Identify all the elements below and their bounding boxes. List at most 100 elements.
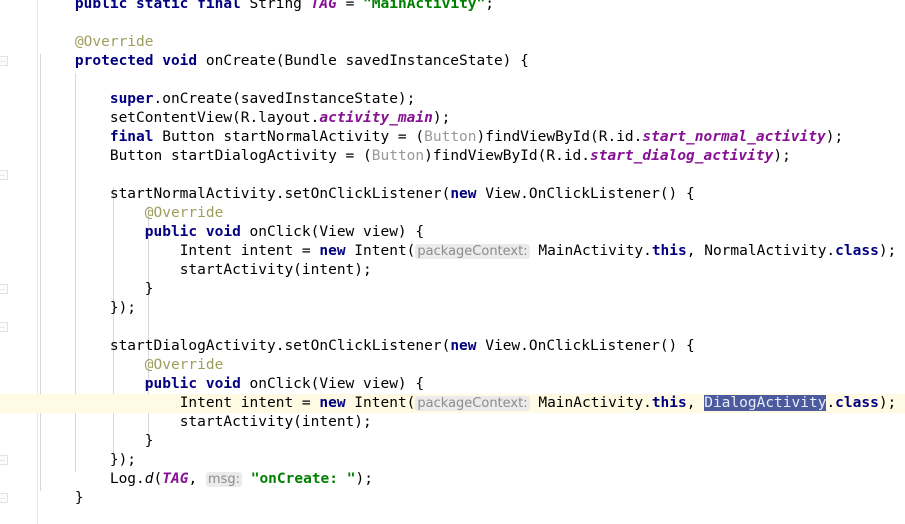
keyword-token: class [835,395,879,411]
code-token: , [686,395,705,411]
code-line[interactable]: Intent intent = new Intent(packageContex… [0,394,905,413]
code-line[interactable]: } [0,489,905,508]
code-token: Button startDialogActivity = ( [109,148,372,164]
keyword-token: final [109,129,163,145]
code-token: Intent( [354,395,416,411]
code-line[interactable]: startActivity(intent); [0,413,905,432]
static-field-token: activity_main [319,110,433,126]
code-line[interactable]: protected void onCreate(Bundle savedInst… [0,52,905,71]
inline-parameter-hint: packageContext: [415,396,530,411]
code-line-text: Button startDialogActivity = (Button)fin… [0,147,791,166]
code-line[interactable] [0,71,905,90]
code-line[interactable]: public void onClick(View view) { [0,223,905,242]
code-token: ); [773,148,791,164]
code-line-text: startDialogActivity.setOnClickListener(n… [0,337,695,356]
code-token: ); [355,471,373,487]
cast-token: Button [371,148,425,164]
code-token: }); [109,452,137,468]
code-line-text: }); [0,451,136,470]
keyword-token: public static final [74,0,250,12]
keyword-token: super [109,91,154,107]
code-token: MainActivity. [529,243,652,259]
code-line[interactable]: startDialogActivity.setOnClickListener(n… [0,337,905,356]
string-literal: "MainActivity" [363,0,486,12]
code-token: onCreate(Bundle savedInstanceState) { [205,53,529,69]
code-line-text: final Button startNormalActivity = (Butt… [0,128,843,147]
code-line[interactable]: startActivity(intent); [0,261,905,280]
code-token: View.OnClickListener() { [485,186,695,202]
code-token: View.OnClickListener() { [485,338,695,354]
code-line[interactable]: } [0,280,905,299]
code-line-text: } [0,280,154,299]
code-token: } [144,281,154,297]
keyword-token: new [450,338,486,354]
code-token: Intent intent = [179,395,320,411]
annotation-token: @Override [144,205,224,221]
inline-parameter-hint: msg: [205,472,242,487]
code-token: onClick(View view) { [249,376,425,392]
string-literal: "onCreate: " [250,471,356,487]
code-line-text: protected void onCreate(Bundle savedInst… [0,52,529,71]
code-token: Log. [109,471,145,487]
selected-text: DialogActivity [704,395,827,411]
code-text-area[interactable]: public static final String TAG = "MainAc… [0,0,905,524]
code-token: = [336,0,364,12]
code-line[interactable]: Log.d(TAG, msg: "onCreate: "); [0,470,905,489]
code-line[interactable]: @Override [0,204,905,223]
code-line-text: @Override [0,356,224,375]
static-field-token: TAG [162,471,189,487]
code-line-text: public void onClick(View view) { [0,223,424,242]
code-line[interactable]: @Override [0,33,905,52]
code-line-text: startActivity(intent); [0,261,372,280]
code-line[interactable]: public static final String TAG = "MainAc… [0,0,905,14]
code-token: MainActivity. [529,395,652,411]
code-token: startDialogActivity.setOnClickListener( [109,338,451,354]
code-token: , [188,471,206,487]
code-line-text: @Override [0,204,224,223]
cast-token: Button [424,129,477,145]
code-line-text: Intent intent = new Intent(packageContex… [0,394,896,413]
code-line[interactable] [0,166,905,185]
keyword-token: class [835,243,879,259]
code-token: )findViewById(R.id. [476,129,643,145]
code-line[interactable] [0,318,905,337]
code-line[interactable]: }); [0,299,905,318]
code-token: ; [485,0,494,12]
code-token: Button startNormalActivity = ( [162,129,425,145]
code-line[interactable]: super.onCreate(savedInstanceState); [0,90,905,109]
code-line[interactable]: }); [0,451,905,470]
code-line[interactable]: public void onClick(View view) { [0,375,905,394]
keyword-token: public void [144,376,250,392]
code-token: ( [153,471,163,487]
code-token: onClick(View view) { [249,224,425,240]
static-field-token: TAG [310,0,337,12]
code-token: .onCreate(savedInstanceState); [153,91,416,107]
keyword-token: new [450,186,486,202]
code-token: } [144,433,154,449]
annotation-token: @Override [74,34,154,50]
code-token: ); [825,129,844,145]
code-editor-pane[interactable]: public static final String TAG = "MainAc… [0,0,905,524]
code-line-text: } [0,489,84,508]
code-line[interactable]: @Override [0,356,905,375]
code-line[interactable]: setContentView(R.layout.activity_main); [0,109,905,128]
code-line[interactable]: Button startDialogActivity = (Button)fin… [0,147,905,166]
code-token: startActivity(intent); [179,262,372,278]
code-line-text: Intent intent = new Intent(packageContex… [0,242,896,261]
static-field-token: start_normal_activity [642,129,826,145]
code-line[interactable]: startNormalActivity.setOnClickListener(n… [0,185,905,204]
code-token: }); [109,300,137,316]
code-line[interactable]: final Button startNormalActivity = (Butt… [0,128,905,147]
code-line[interactable]: Intent intent = new Intent(packageContex… [0,242,905,261]
code-line[interactable] [0,14,905,33]
code-token: d [144,471,154,487]
code-token: startActivity(intent); [179,414,372,430]
keyword-token: new [319,243,355,259]
inline-parameter-hint: packageContext: [415,244,530,259]
code-line[interactable]: } [0,432,905,451]
code-token: . [826,395,836,411]
